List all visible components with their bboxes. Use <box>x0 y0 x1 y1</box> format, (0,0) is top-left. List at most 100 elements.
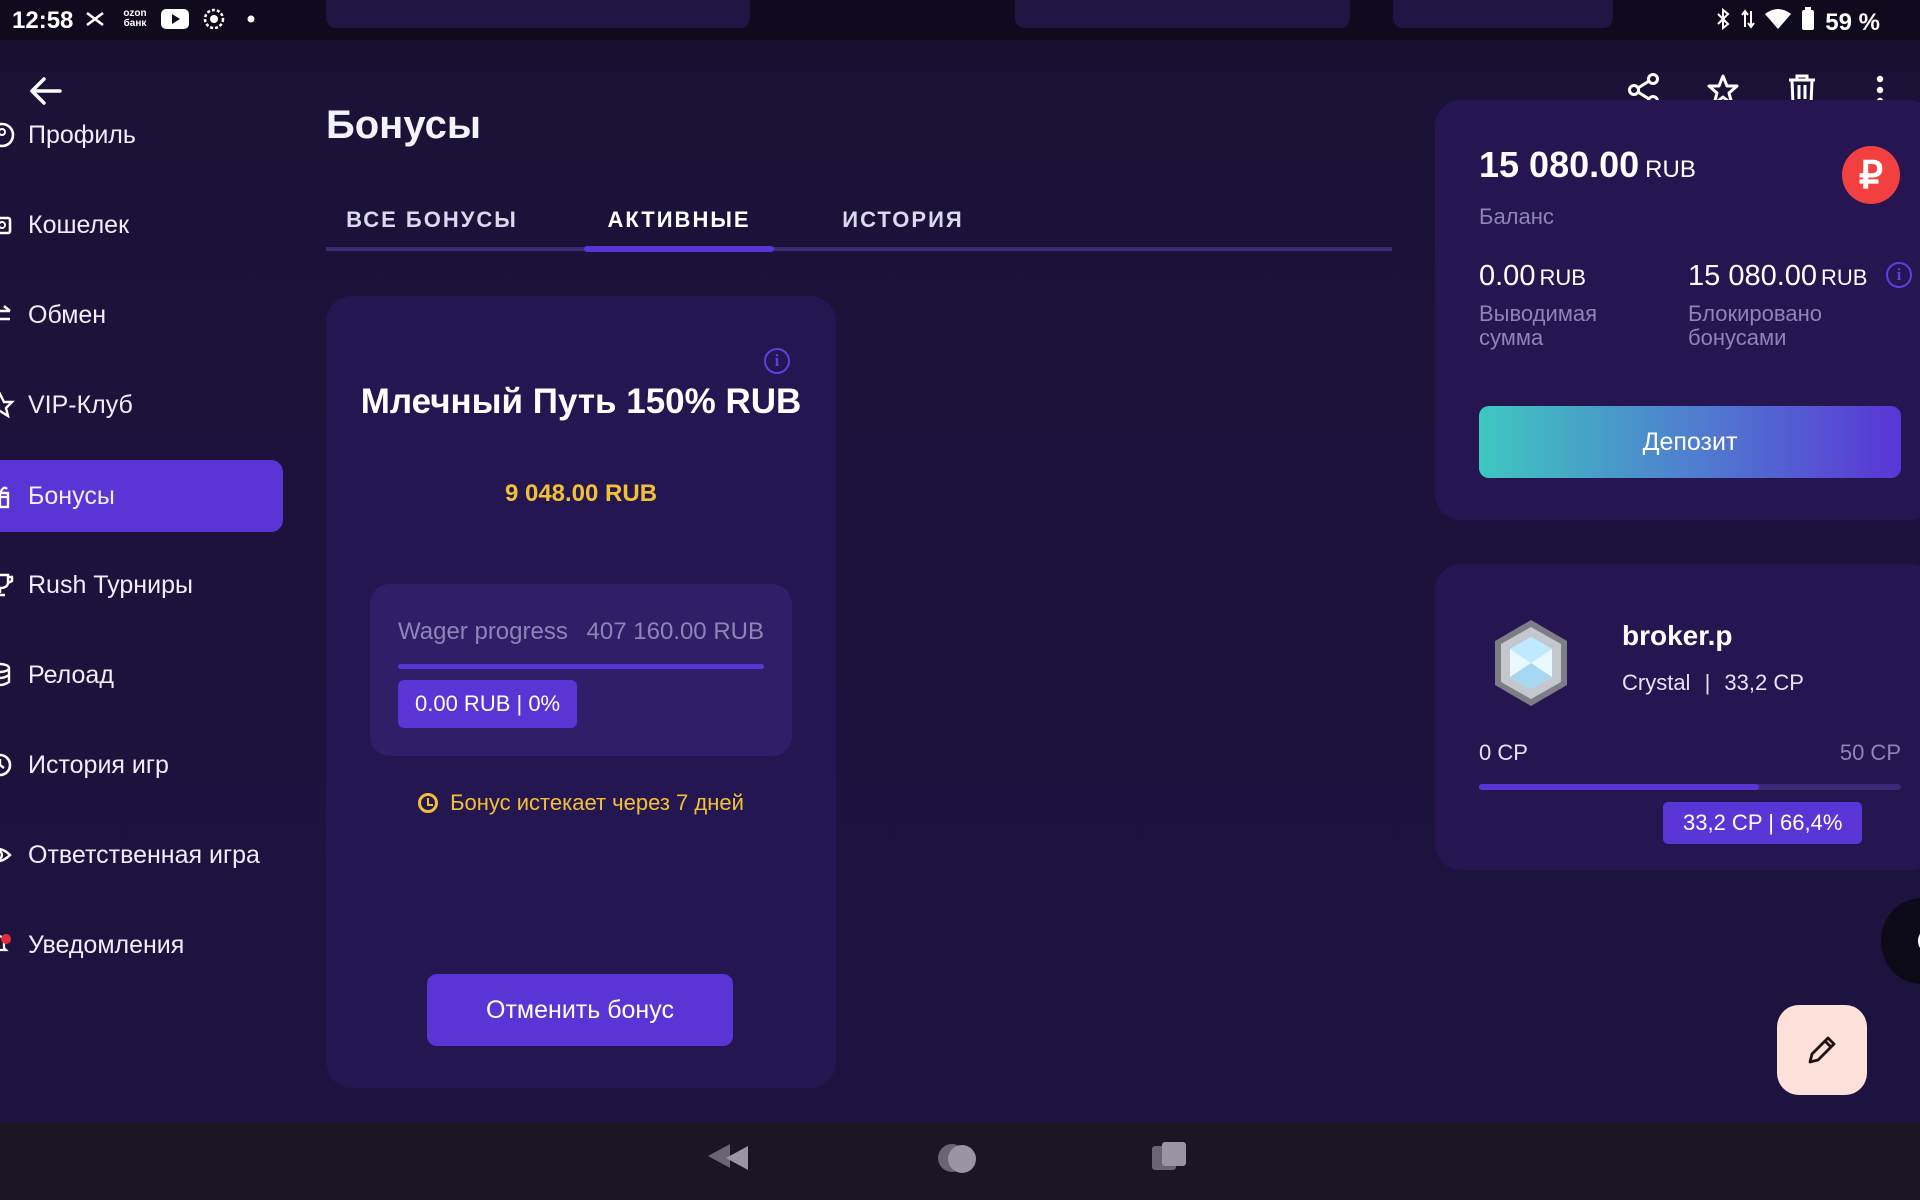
sidebar-item-reload[interactable]: Релоад <box>0 640 283 710</box>
wager-progress-bar <box>398 664 764 669</box>
gift-icon <box>0 483 16 509</box>
profile-icon <box>0 122 16 148</box>
sidebar-item-wallet[interactable]: Кошелек <box>0 190 283 260</box>
status-time: 12:58 <box>12 7 74 34</box>
blocked-label: Блокировано бонусами <box>1688 301 1822 350</box>
sidebar-item-notifications[interactable]: Уведомления <box>0 910 283 980</box>
sidebar-item-responsible[interactable]: Ответственная игра <box>0 820 283 890</box>
vip-progress-value: 33,2 CP | 66,4% <box>1663 802 1863 844</box>
deposit-button[interactable]: Депозит <box>1479 406 1901 478</box>
sidebar-item-label: Уведомления <box>28 930 185 959</box>
bonus-card: i Млечный Путь 150% RUB 9 048.00 RUB Wag… <box>326 296 836 1088</box>
status-right: 59 % <box>1715 7 1880 38</box>
sidebar-item-history[interactable]: История игр <box>0 730 283 800</box>
page-title: Бонусы <box>326 103 481 147</box>
bonus-amount: 9 048.00 RUB <box>504 480 658 507</box>
background-ghost-element <box>1015 0 1350 28</box>
sidebar-item-label: Профиль <box>28 120 136 149</box>
exchange-icon <box>0 302 16 328</box>
info-icon[interactable]: i <box>1886 262 1912 288</box>
star-icon <box>0 392 16 418</box>
bonus-expiry: Бонус истекает через 7 дней <box>326 790 836 816</box>
tab-all-bonuses[interactable]: ВСЕ БОНУСЫ <box>326 188 538 252</box>
vip-progress-fill <box>1479 784 1760 790</box>
status-bar: 12:58 ozon банк 59 % <box>0 0 1920 40</box>
edit-button[interactable] <box>1777 1005 1867 1095</box>
ruble-icon: ₽ <box>1842 146 1900 204</box>
tab-indicator <box>584 246 774 252</box>
balance-amount: 15 080.00 RUB <box>1479 144 1696 186</box>
background-ghost-element <box>326 0 750 28</box>
vip-separator: | <box>1704 670 1711 695</box>
balance-value: 15 080.00 <box>1479 144 1640 185</box>
balance-currency: RUB <box>1645 156 1696 183</box>
sidebar-item-label: Ответственная игра <box>28 840 260 869</box>
withdrawable-amount: 0.00 RUB <box>1479 260 1586 293</box>
wifi-icon <box>1765 8 1792 37</box>
vip-level: Crystal | 33,2 CP <box>1622 670 1804 696</box>
withdrawable-label: Выводимая сумма <box>1479 301 1598 350</box>
blocked-amount: 15 080.00 RUB <box>1688 260 1867 293</box>
blocked-value: 15 080.00 <box>1688 260 1818 292</box>
wager-progress-value: 0.00 RUB | 0% <box>398 680 578 728</box>
sidebar-item-label: Кошелек <box>28 210 130 239</box>
nav-back-icon <box>708 1144 748 1170</box>
sidebar-item-profile[interactable]: Профиль <box>0 100 283 170</box>
sidebar-item-bonuses[interactable]: Бонусы <box>0 460 283 532</box>
cancel-bonus-button[interactable]: Отменить бонус <box>427 974 733 1046</box>
ozon-bank-icon: ozon банк <box>123 8 147 29</box>
vip-card: broker.p Crystal | 33,2 CP 0 CP 50 CP 33… <box>1435 564 1920 870</box>
balance-label: Баланс <box>1479 204 1554 229</box>
nav-recents-button[interactable] <box>1150 1138 1210 1178</box>
chat-icon <box>1918 934 1920 948</box>
bluetooth-icon <box>1715 7 1731 38</box>
eye-icon <box>0 842 16 868</box>
wager-label: Wager progress <box>398 618 568 645</box>
tab-bar: ВСЕ БОНУСЫ АКТИВНЫЕ ИСТОРИЯ <box>326 188 1392 254</box>
crystal-gem-icon <box>1491 618 1571 708</box>
wager-progress-box: Wager progress 407 160.00 RUB 0.00 RUB |… <box>370 584 792 756</box>
vip-level-name: Crystal <box>1622 670 1691 695</box>
nav-home-button[interactable] <box>930 1138 990 1178</box>
trophy-icon <box>0 572 16 598</box>
sidebar-item-exchange[interactable]: Обмен <box>0 280 283 350</box>
pencil-icon <box>1808 1036 1836 1064</box>
nav-home-icon <box>938 1144 976 1173</box>
vip-username: broker.p <box>1622 620 1733 651</box>
vpn-icon <box>82 8 108 30</box>
bell-icon <box>0 932 16 958</box>
sidebar-item-label: VIP-Клуб <box>28 390 133 419</box>
vip-progress-bar <box>1479 784 1901 790</box>
sidebar-item-rush[interactable]: Rush Турниры <box>0 550 283 620</box>
sidebar-item-label: Релоад <box>28 660 114 689</box>
sidebar-item-label: Rush Турниры <box>28 570 193 599</box>
battery-percent: 59 % <box>1825 8 1880 36</box>
sidebar-item-label: Бонусы <box>28 481 115 510</box>
wager-total: 407 160.00 RUB <box>586 618 764 645</box>
withdrawable-value: 0.00 <box>1479 260 1536 292</box>
data-icon <box>1741 7 1756 38</box>
nav-back-button[interactable] <box>706 1138 766 1178</box>
background-ghost-element <box>1393 0 1613 28</box>
history-icon <box>0 752 16 778</box>
dot-icon <box>246 8 256 30</box>
sidebar-item-vip[interactable]: VIP-Клуб <box>0 370 283 440</box>
sidebar-item-label: Обмен <box>28 300 107 329</box>
settings-notif-icon <box>200 8 228 30</box>
info-icon[interactable]: i <box>764 348 790 374</box>
blocked-currency: RUB <box>1821 265 1868 290</box>
wallet-icon <box>0 212 16 238</box>
battery-icon <box>1801 7 1815 38</box>
nav-recents-icon <box>1152 1142 1186 1170</box>
vip-max: 50 CP <box>1839 740 1901 765</box>
vip-min: 0 CP <box>1479 740 1528 765</box>
sidebar-item-label: История игр <box>28 750 169 779</box>
tab-active[interactable]: АКТИВНЫЕ <box>584 188 774 252</box>
clock-icon <box>418 793 439 813</box>
tab-divider <box>326 247 1392 251</box>
bonus-expiry-text: Бонус истекает через 7 дней <box>450 790 744 815</box>
tab-history[interactable]: ИСТОРИЯ <box>816 188 990 252</box>
vip-points: 33,2 CP <box>1724 670 1804 695</box>
youtube-icon <box>160 8 190 30</box>
balance-card: 15 080.00 RUB Баланс ₽ 0.00 RUB Выводимая … <box>1435 100 1920 520</box>
